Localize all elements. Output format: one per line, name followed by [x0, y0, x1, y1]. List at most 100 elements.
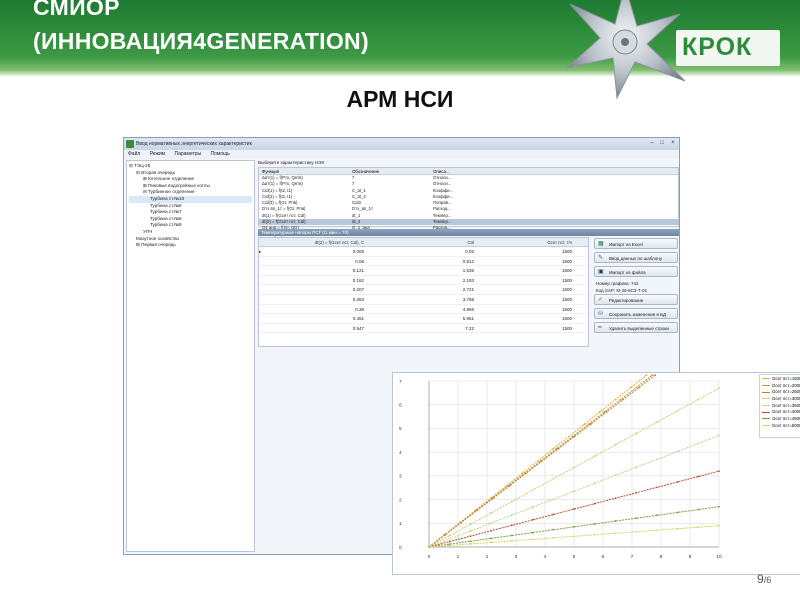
legend-swatch — [762, 418, 770, 420]
maximize-icon[interactable]: □ — [657, 139, 667, 148]
tree-item[interactable]: ⊟ ТЭЦ-26 — [129, 163, 252, 170]
table-cell: 1500 — [561, 306, 572, 312]
col-header-designation[interactable]: Обозначение — [349, 168, 431, 174]
tree-item[interactable]: ⊟ Вторая очередь — [129, 170, 252, 177]
series-point — [718, 434, 720, 437]
menu-file[interactable]: Файл — [128, 151, 140, 157]
import-file-button[interactable]: ▣ Импорт из файла — [594, 266, 678, 277]
series-point — [521, 472, 524, 475]
database-icon: ⛁ — [598, 311, 604, 317]
series-point — [469, 523, 472, 526]
delete-rows-button[interactable]: ━ Удалить выделенные строки — [594, 322, 678, 333]
series-point — [567, 435, 570, 438]
tree-item[interactable]: Турбина ст.№9 — [129, 222, 252, 229]
col-header-function[interactable]: Функция — [259, 168, 349, 174]
series-point — [552, 498, 555, 501]
tree-item[interactable]: Турбина ст.№8 — [129, 216, 252, 223]
col-header-gset[interactable]: Gсет пст, т/ч — [477, 238, 575, 246]
series-point — [573, 466, 575, 469]
menu-help[interactable]: Помощь — [211, 151, 230, 157]
series-point — [635, 466, 638, 469]
legend-item: Gсет пст=2500 — [762, 389, 800, 396]
x-tick-label: 5 — [573, 554, 576, 560]
tree-item[interactable]: ⊟ Турбинное отделение — [129, 189, 252, 196]
chart-panel: 0 1 2 3 4 5 6 7 8 9 10 0 1 2 3 4 5 6 7 Gсет пст=1500 Gсет п… — [392, 372, 800, 575]
table-cell: 1.635 — [462, 268, 474, 274]
table-cell: 0.06 — [355, 258, 364, 264]
table-row[interactable]: 0.38 4.966 1500 — [259, 305, 588, 315]
table-row[interactable]: 0.547 7.22 1500 — [259, 324, 588, 334]
series-point — [651, 374, 654, 376]
col-header-description[interactable]: Описа... — [431, 168, 455, 174]
edit-button[interactable]: ✔ Редактирование — [594, 294, 678, 305]
tree-item[interactable]: Турбина ст.№7 — [129, 209, 252, 216]
col-header-cal[interactable]: Cαl — [367, 238, 477, 246]
y-tick-label: 3 — [399, 474, 402, 480]
table-cell: 1500 — [561, 277, 572, 283]
table-cell: 0.38 — [355, 306, 364, 312]
series-point — [490, 522, 493, 525]
menu-bar: Файл Режим Параметры Помощь — [124, 150, 679, 159]
tree-item[interactable]: ⊞ Первая очередь — [129, 242, 252, 249]
series-point — [552, 447, 555, 450]
pencil-icon: ✎ — [598, 255, 604, 261]
table-cell: 1500 — [561, 325, 572, 331]
table-row[interactable]: 0.06 0.812 1500 — [259, 257, 588, 267]
col-header-dt[interactable]: dt(2) = f(Gсет пст, Cαl), C — [267, 238, 367, 246]
import-excel-button[interactable]: ▦ Импорт из Excel — [594, 238, 678, 249]
series-point — [676, 511, 679, 514]
tree-item[interactable]: ⊞ Котельное отделение — [129, 176, 252, 183]
table-row[interactable]: ▸ 0.005 0.02 1500 — [259, 247, 588, 257]
x-tick-label: 1 — [457, 554, 460, 560]
series-point — [605, 411, 608, 413]
y-tick-label: 6 — [399, 403, 402, 409]
tree-item[interactable]: Турбина ст.№10 — [129, 195, 252, 203]
characteristics-grid[interactable]: Функция Обозначение Описа... Δαт(1) = f(… — [258, 167, 679, 237]
series-point — [697, 526, 700, 529]
legend-swatch — [762, 398, 770, 400]
row-marker — [259, 314, 267, 323]
series-point — [718, 524, 720, 527]
check-icon: ✔ — [598, 297, 604, 303]
legend-label: Gсет пст=3000 — [772, 396, 800, 402]
series-point — [635, 491, 638, 494]
table-row[interactable]: 0.207 2.721 1500 — [259, 285, 588, 295]
tree-item[interactable]: ⊞ Пиковые водогрейные котлы — [129, 183, 252, 190]
menu-mode[interactable]: Режим — [150, 151, 165, 157]
legend-swatch — [762, 411, 770, 413]
series-point — [619, 398, 622, 401]
values-grid[interactable]: dt(2) = f(Gсет пст, Cαl), C Cαl Gсет пст… — [258, 237, 589, 347]
series-point — [655, 529, 658, 532]
series-point — [448, 540, 451, 543]
series-point — [614, 497, 617, 500]
series-point — [557, 447, 560, 450]
save-db-button[interactable]: ⛁ Сохранить изменения в БД — [594, 308, 678, 319]
series-point — [583, 423, 586, 426]
series-point — [635, 530, 638, 533]
table-row[interactable]: 0.162 2.193 1500 — [259, 276, 588, 286]
series-point — [573, 490, 575, 493]
y-tick-label: 0 — [399, 545, 402, 551]
input-template-button[interactable]: ✎ Ввод данных по шаблону — [594, 252, 678, 263]
menu-params[interactable]: Параметры — [175, 151, 202, 157]
tree-item[interactable]: Турбина ст.№6 — [129, 203, 252, 210]
x-tick-label: 6 — [602, 554, 605, 560]
minimize-icon[interactable]: – — [647, 139, 657, 148]
series-point — [531, 538, 534, 541]
series-point — [697, 442, 700, 445]
table-row[interactable]: 0.283 3.768 1500 — [259, 295, 588, 305]
slide-subtitle: АРМ НСИ — [346, 86, 454, 112]
series-point — [448, 538, 451, 540]
series-point — [718, 387, 720, 390]
close-icon[interactable]: × — [668, 139, 678, 148]
series-point — [510, 540, 513, 542]
table-cell: 0.02 — [465, 249, 474, 254]
series-point — [510, 524, 513, 527]
tree-item[interactable]: УПЧ — [129, 229, 252, 236]
table-row[interactable]: 0.121 1.635 1500 — [259, 266, 588, 276]
tree-item[interactable]: Мазутное хозяйство — [129, 236, 252, 243]
page-number: 9/6 — [757, 572, 772, 586]
object-tree[interactable]: ⊟ ТЭЦ-26 ⊟ Вторая очередь ⊞ Котельное отде… — [126, 160, 255, 552]
series-point — [460, 521, 463, 524]
table-row[interactable]: 0.451 5.951 1500 — [259, 314, 588, 324]
